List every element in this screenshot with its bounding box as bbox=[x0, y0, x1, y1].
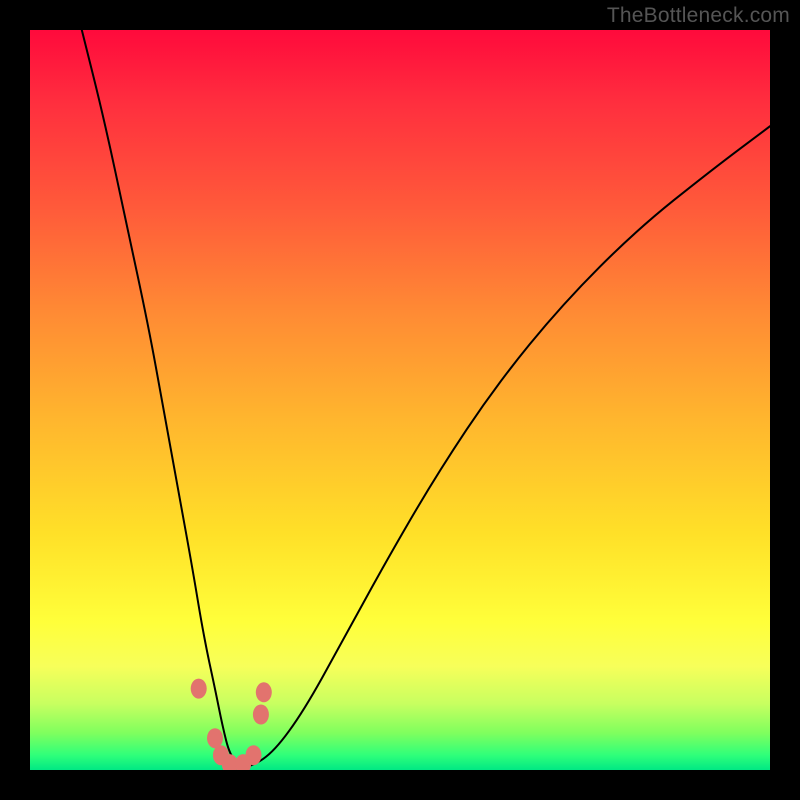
bottleneck-curve bbox=[82, 30, 770, 766]
curve-layer bbox=[30, 30, 770, 770]
curve-markers bbox=[191, 679, 272, 770]
curve-marker bbox=[207, 728, 223, 748]
curve-marker bbox=[246, 745, 262, 765]
curve-marker bbox=[256, 682, 272, 702]
curve-marker bbox=[253, 705, 269, 725]
watermark-text: TheBottleneck.com bbox=[607, 4, 790, 28]
curve-marker bbox=[191, 679, 207, 699]
chart-frame: TheBottleneck.com bbox=[0, 0, 800, 800]
plot-area bbox=[30, 30, 770, 770]
